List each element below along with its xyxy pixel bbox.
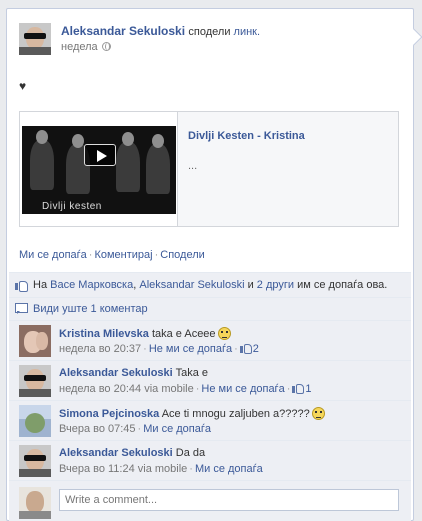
comment-composer [9, 480, 411, 521]
comment-via: via mobile [141, 383, 194, 395]
comment-item: Aleksandar Sekuloski Taka e недела во 20… [9, 360, 411, 400]
author-avatar[interactable] [19, 23, 51, 55]
separator-dot: · [137, 423, 142, 435]
post-timestamp[interactable]: недела [61, 41, 98, 53]
separator-dot: · [234, 343, 238, 355]
comment-time: недела во 20:37 [59, 343, 142, 355]
post-actions: Ми се допаѓа · Коментирај · Сподели [19, 249, 205, 261]
comment-like-count[interactable]: 2 [253, 343, 259, 355]
post-link-word[interactable]: линк. [234, 26, 261, 38]
comment-time: Вчера во 07:45 [59, 423, 136, 435]
likes-and: и [244, 279, 257, 291]
more-comments-row[interactable]: Види уште 1 коментар [9, 297, 411, 320]
comment-input[interactable] [59, 489, 399, 511]
post-author-line: Aleksandar Sekuloski сподели линк. [61, 24, 260, 38]
viewer-avatar [19, 487, 51, 519]
globe-icon [101, 42, 111, 51]
comment-time: Вчера во 11:24 [59, 463, 135, 475]
shared-link-title[interactable]: Divlji Kesten - Kristina [188, 130, 305, 142]
comment-text: taka e Aceee [151, 328, 216, 340]
commenter-name[interactable]: Aleksandar Sekuloski [59, 367, 173, 379]
like-action[interactable]: Ми се допаѓа [19, 249, 87, 261]
post-time: недела [61, 41, 111, 53]
comment-like-icon[interactable] [292, 383, 305, 394]
post-card: Aleksandar Sekuloski сподели линк. недел… [6, 8, 422, 521]
likes-sentence: На Васе Марковска, Aleksandar Sekuloski … [33, 279, 387, 291]
play-button-icon[interactable] [84, 144, 116, 166]
likes-suffix: им се допаѓа ова. [294, 279, 388, 291]
comment-via: via mobile [134, 463, 188, 475]
separator-dot: · [195, 383, 200, 395]
separator-dot: · [189, 463, 193, 475]
commenter-name[interactable]: Aleksandar Sekuloski [59, 447, 173, 459]
comment-body: Aleksandar Sekuloski Taka e [59, 367, 399, 379]
view-more-comments-link[interactable]: Види уште 1 коментар [33, 303, 148, 315]
comment-time: недела во 20:44 [59, 383, 142, 395]
feedback-section: На Васе Марковска, Aleksandar Sekuloski … [7, 272, 413, 521]
liker-link-2[interactable]: Aleksandar Sekuloski [139, 279, 244, 291]
separator-dot: · [143, 343, 147, 355]
post-author-link[interactable]: Aleksandar Sekuloski [61, 24, 185, 38]
comment-action[interactable]: Коментирај [94, 249, 152, 261]
likers-others-link[interactable]: 2 други [257, 279, 294, 291]
commenter-avatar[interactable] [19, 325, 51, 357]
comment-like-link[interactable]: Ми се допаѓа [143, 423, 211, 435]
liker-link-1[interactable]: Васе Марковска [50, 279, 133, 291]
smiley-icon [311, 407, 325, 420]
video-caption: Divlji kesten [42, 201, 102, 212]
comment-text: Da da [175, 447, 206, 459]
comment-item: Aleksandar Sekuloski Da da Вчера во 11:2… [9, 440, 411, 480]
comment-text: Ace ti mnogu zaljuben a????? [161, 408, 310, 420]
commenter-name[interactable]: Simona Pejcinoska [59, 408, 159, 420]
likes-row: На Васе Марковска, Aleksandar Sekuloski … [9, 272, 411, 297]
comment-meta: недела во 20:37 · Не ми се допаѓа · 2 [59, 343, 259, 355]
commenter-name[interactable]: Kristina Milevska [59, 328, 149, 340]
comment-unlike-link[interactable]: Не ми се допаѓа [201, 383, 284, 395]
comment-text: Taka e [175, 367, 209, 379]
post-header: Aleksandar Sekuloski сподели линк. недел… [19, 23, 399, 59]
comment-meta: Вчера во 11:24 via mobile · Ми се допаѓа [59, 463, 263, 475]
card-notch [405, 28, 422, 46]
comment-meta: Вчера во 07:45 · Ми се допаѓа [59, 423, 211, 435]
comment-like-link[interactable]: Ми се допаѓа [195, 463, 263, 475]
comment-bubble-icon [15, 303, 28, 314]
comment-body: Simona Pejcinoska Ace ti mnogu zaljuben … [59, 407, 399, 420]
share-action[interactable]: Сподели [160, 249, 205, 261]
video-thumbnail[interactable]: Divlji kesten [20, 112, 178, 226]
comment-like-icon[interactable] [239, 343, 252, 354]
comment-unlike-link[interactable]: Не ми се допаѓа [149, 343, 232, 355]
comment-like-count[interactable]: 1 [305, 383, 311, 395]
commenter-avatar[interactable] [19, 405, 51, 437]
smiley-icon [217, 327, 231, 340]
post-status-text: ♥ [19, 79, 27, 93]
separator-dot: · [154, 249, 159, 261]
comment-meta: недела во 20:44 via mobile · Не ми се допа… [59, 383, 311, 395]
like-thumb-icon [15, 279, 28, 292]
shared-link-box[interactable]: Divlji kesten Divlji Kesten - Kristina .… [19, 111, 399, 227]
likes-prefix: На [33, 279, 51, 291]
comment-item: Kristina Milevska taka e Aceee недела во… [9, 320, 411, 360]
commenter-avatar[interactable] [19, 365, 51, 397]
video-frame: Divlji kesten [22, 126, 176, 214]
comment-item: Simona Pejcinoska Ace ti mnogu zaljuben … [9, 400, 411, 440]
shared-link-description: ... [188, 160, 198, 172]
comment-body: Aleksandar Sekuloski Da da [59, 447, 399, 459]
commenter-avatar[interactable] [19, 445, 51, 477]
comment-body: Kristina Milevska taka e Aceee [59, 327, 399, 340]
separator-dot: · [88, 249, 93, 261]
post-verb: сподели [188, 26, 234, 38]
separator-dot: · [286, 383, 291, 395]
